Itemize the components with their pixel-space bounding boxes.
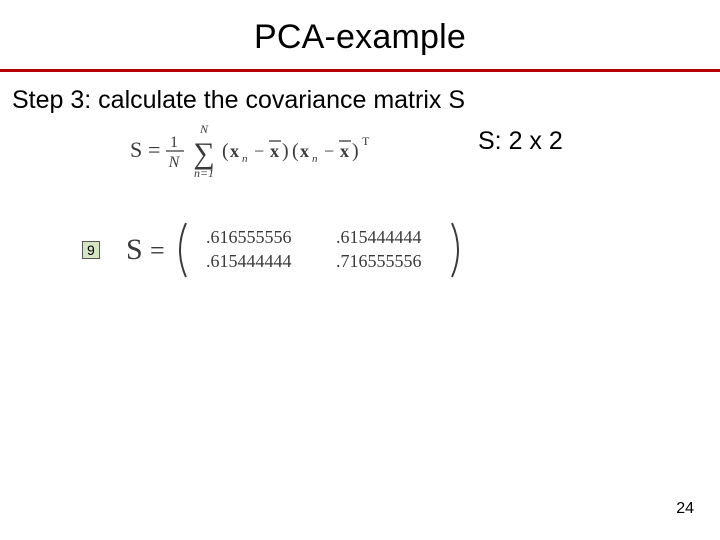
matrix-a11: .616555556 [206, 227, 292, 247]
x-1: x [230, 141, 239, 161]
covariance-formula: S = 1 N N ∑ n=1 ( x n − x [130, 119, 430, 181]
left-paren-icon [180, 223, 186, 277]
xbar-1: x [270, 141, 279, 161]
paren-open-2: ( [292, 140, 299, 162]
covariance-formula-row: S = 1 N N ∑ n=1 ( x n − x [12, 119, 708, 181]
minus-1: − [254, 141, 264, 161]
page-title: PCA-example [0, 0, 720, 65]
matrix-lhs: S [126, 233, 143, 266]
paren-close-2: ) [352, 140, 359, 162]
frac-den: N [168, 154, 181, 171]
frac-num: 1 [170, 134, 178, 151]
right-paren-icon [452, 223, 458, 277]
step-heading: Step 3: calculate the covariance matrix … [12, 86, 708, 115]
sub-n-2: n [312, 153, 318, 165]
xbar-2: x [340, 141, 349, 161]
minus-2: − [324, 141, 334, 161]
matrix-a22: .716555556 [336, 251, 422, 271]
n-value-box: 9 [82, 241, 100, 259]
transpose: T [362, 134, 370, 148]
matrix-a12: .615444444 [336, 227, 422, 247]
sum-top: N [199, 122, 209, 136]
formula-lhs: S [130, 137, 142, 162]
sum-bot: n=1 [194, 166, 214, 180]
formula-eq: = [148, 137, 160, 162]
matrix-row: 9 S = .616555556 .615444444 .615444444 .… [82, 217, 708, 283]
page-number: 24 [676, 500, 694, 518]
matrix-display: S = .616555556 .615444444 .615444444 .71… [126, 217, 486, 283]
sub-n-1: n [242, 153, 248, 165]
x-2: x [300, 141, 309, 161]
matrix-a21: .615444444 [206, 251, 292, 271]
paren-open-1: ( [222, 140, 229, 162]
paren-close-1: ) [282, 140, 289, 162]
matrix-size-label: S: 2 x 2 [478, 127, 563, 156]
matrix-eq: = [150, 236, 165, 265]
